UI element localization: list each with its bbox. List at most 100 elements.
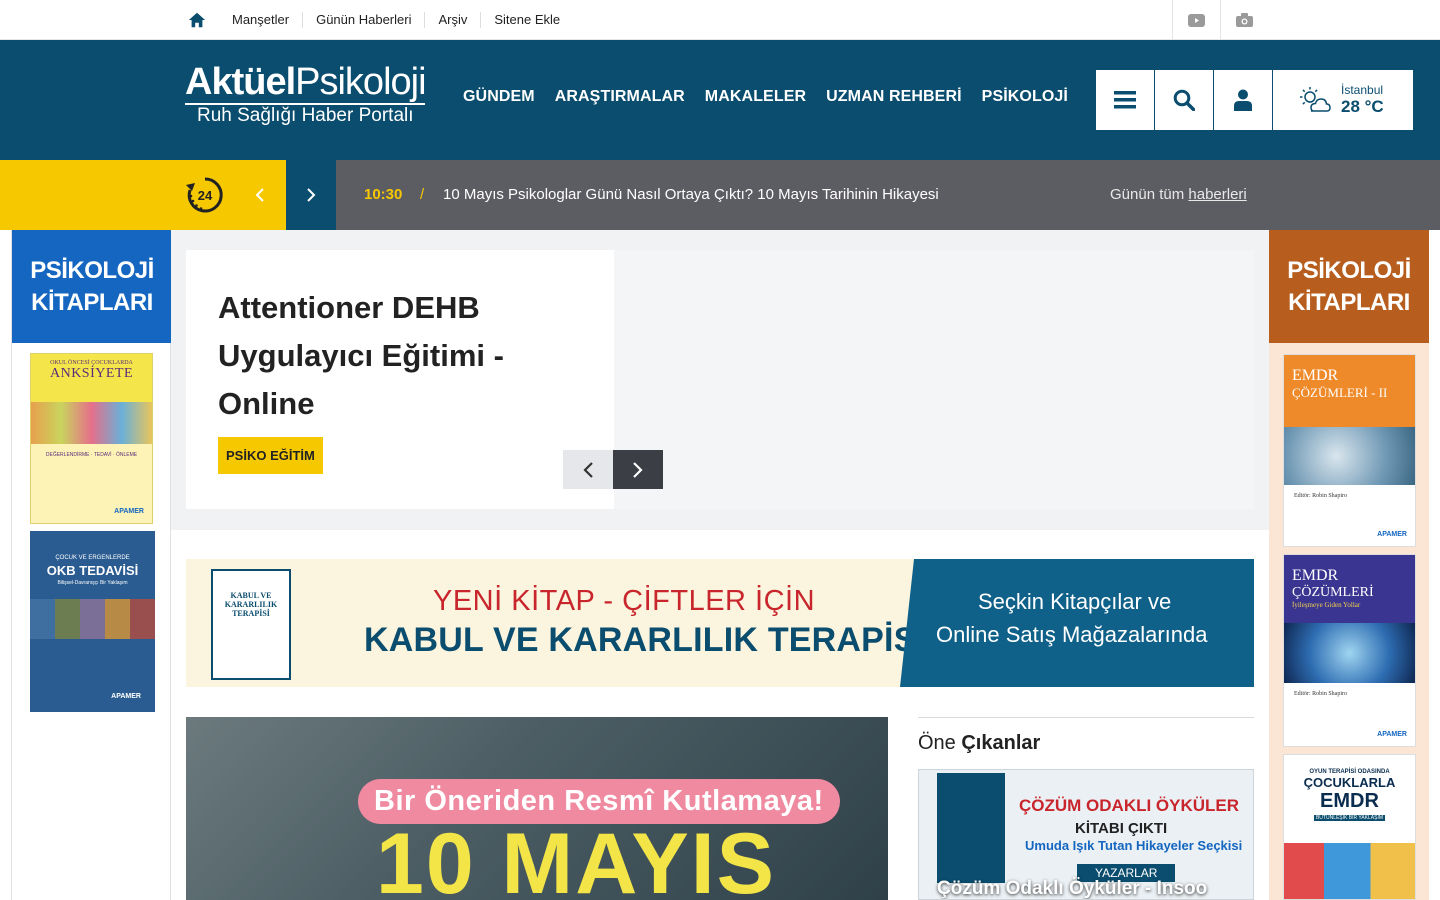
slide-image[interactable]: [614, 250, 1254, 509]
book-cover-okb[interactable]: ÇOCUK VE ERGENLERDE OKB TEDAVİSİ Bilişse…: [30, 531, 155, 712]
book-title: EMDR: [1292, 367, 1339, 384]
chevron-right-icon: [307, 188, 316, 202]
book-subtitle: İyileşmeye Giden Yollar: [1292, 601, 1361, 609]
banner-book-cover: KABUL VE KARARLILIK TERAPİSİ: [211, 569, 291, 680]
book-ad-banner[interactable]: KABUL VE KARARLILIK TERAPİSİ YENİ KİTAP …: [186, 559, 1254, 687]
left-heading-line2: KİTAPLARI: [31, 288, 153, 316]
top-nav-gunun-haberleri[interactable]: Günün Haberleri: [302, 12, 424, 28]
apamer-logo: APAMER: [1377, 531, 1407, 538]
user-icon: [1234, 89, 1252, 111]
ticker-headline[interactable]: 10 Mayıs Psikologlar Günü Nasıl Ortaya Ç…: [443, 186, 939, 203]
card-caption[interactable]: Çözüm Odaklı Öyküler - Insoo: [937, 878, 1207, 899]
book-title2: ÇÖZÜMLERİ: [1292, 585, 1374, 600]
book-stripes: [30, 599, 155, 639]
one-cikanlar-card[interactable]: ÇÖZÜM ODAKLI ÖYKÜLER KİTABI ÇIKTI Umuda …: [918, 769, 1254, 900]
one-cikanlar-title-regular: Öne: [918, 732, 962, 754]
book-eye-image: [1284, 623, 1415, 683]
weather-widget[interactable]: İstanbul 28 °C: [1273, 70, 1413, 130]
banner-right-line1: Seçkin Kitapçılar ve: [978, 589, 1172, 614]
nav-gundem[interactable]: GÜNDEM: [463, 88, 535, 106]
top-icons: [1172, 0, 1268, 40]
card-line1: ÇÖZÜM ODAKLI ÖYKÜLER: [1019, 796, 1240, 815]
chevron-left-icon: [255, 188, 264, 202]
apamer-logo: APAMER: [111, 693, 141, 700]
card-line3: Umuda Işık Tutan Hikayeler Seçkisi: [1025, 838, 1243, 853]
book-subtitle: BÜTÜNLEŞİK BİR YAKLAŞIM: [1314, 815, 1385, 821]
banner-line1: YENİ KİTAP - ÇİFTLER İÇİN: [433, 585, 816, 617]
menu-button[interactable]: [1096, 70, 1154, 130]
home-icon[interactable]: [188, 11, 206, 29]
slider-prev-button[interactable]: [563, 450, 613, 489]
card-line2: KİTABI ÇIKTI: [1075, 820, 1168, 837]
weather-city: İstanbul: [1341, 83, 1384, 97]
site-logo[interactable]: AktüelPsikoloji Ruh Sağlığı Haber Portal…: [185, 62, 430, 132]
one-cikanlar-title-bold: Çıkanlar: [961, 732, 1041, 754]
book-photo-collage: [1284, 843, 1415, 899]
banner-line2: KABUL VE KARARLILIK TERAPİSİ: [364, 621, 927, 659]
chevron-right-icon: [633, 461, 643, 478]
book-cover-emdr[interactable]: EMDR ÇÖZÜMLERİ İyileşmeye Giden Yollar E…: [1283, 554, 1416, 747]
book-title: ANKSİYETE: [49, 366, 134, 381]
ticker-time: 10:30: [364, 186, 403, 203]
weather-temp: 28 °C: [1341, 97, 1384, 116]
video-button[interactable]: [1172, 0, 1220, 40]
ticker-separator: /: [420, 186, 425, 203]
24-hour-clock-icon: 24: [186, 177, 223, 213]
book-title2: ÇÖZÜMLERİ - II: [1292, 385, 1388, 400]
header-buttons: İstanbul 28 °C: [1096, 70, 1413, 130]
main-content: Attentioner DEHB Uygulayıcı Eğitimi - On…: [171, 230, 1269, 900]
nav-uzman-rehberi[interactable]: UZMAN REHBERİ: [826, 88, 962, 106]
one-cikanlar-title: Öne Çıkanlar: [918, 732, 1040, 755]
chevron-left-icon: [583, 461, 593, 478]
book-title: OKB TEDAVİSİ: [46, 563, 139, 578]
book-cover-emdr-2[interactable]: EMDR ÇÖZÜMLERİ - II Editör: Robin Shapir…: [1283, 354, 1416, 547]
news-ticker: 24 10:30 / 10 Mayıs Psikologlar Günü Nas…: [0, 160, 1440, 230]
ticker-all-news: Günün tüm haberleri: [1110, 186, 1247, 203]
slide-title[interactable]: Attentioner DEHB Uygulayıcı Eğitimi - On…: [218, 284, 598, 428]
featured-story-image[interactable]: Bir Öneriden Resmî Kutlamaya! 10 MAYIS: [186, 717, 888, 900]
book-top-text: ÇOCUK VE ERGENLERDE: [55, 555, 130, 561]
slide-card[interactable]: Attentioner DEHB Uygulayıcı Eğitimi - On…: [186, 250, 614, 509]
book-editor: Editör: Robin Shapiro: [1294, 493, 1347, 499]
apamer-logo: APAMER: [1377, 731, 1407, 738]
right-sidebar-heading[interactable]: PSİKOLOJİ KİTAPLARI: [1269, 230, 1429, 343]
book-subtitle: DEĞERLENDİRME · TEDAVİ · ÖNLEME: [45, 452, 138, 458]
ticker-all-prefix: Günün tüm: [1110, 186, 1189, 203]
search-button[interactable]: [1155, 70, 1213, 130]
main-nav: GÜNDEM ARAŞTIRMALAR MAKALELER UZMAN REHB…: [463, 88, 1068, 106]
book-eye-image: [1284, 427, 1415, 485]
book-title: ÇOCUKLARLA: [1303, 775, 1396, 790]
left-sidebar-heading[interactable]: PSİKOLOJİ KİTAPLARI: [12, 230, 172, 343]
nav-arastirmalar[interactable]: ARAŞTIRMALAR: [555, 88, 685, 106]
book-subtitle: Bilişsel-Davranışçı Bir Yaklaşım: [57, 580, 128, 586]
ticker-next-button[interactable]: [286, 160, 336, 230]
top-nav: Manşetler Günün Haberleri Arşiv Sitene E…: [219, 0, 573, 40]
top-nav-arsiv[interactable]: Arşiv: [424, 12, 480, 28]
headline-slider: Attentioner DEHB Uygulayıcı Eğitimi - On…: [171, 230, 1269, 530]
photo-button[interactable]: [1220, 0, 1268, 40]
nav-psikoloji[interactable]: PSİKOLOJİ: [982, 88, 1068, 106]
left-heading-line1: PSİKOLOJİ: [30, 256, 154, 284]
book-cover-cocuklarla-emdr[interactable]: OYUN TERAPİSİ ODASINDA ÇOCUKLARLA EMDR B…: [1283, 754, 1416, 900]
right-heading-line2: KİTAPLARI: [1288, 288, 1410, 316]
nav-makaleler[interactable]: MAKALELER: [705, 88, 806, 106]
slider-next-button[interactable]: [613, 450, 663, 489]
slide-category-badge[interactable]: PSİKO EĞİTİM: [218, 437, 323, 474]
book-editor: Editör: Robin Shapiro: [1294, 691, 1347, 697]
banner-right-line2: Online Satış Mağazalarında: [936, 622, 1208, 647]
site-header: AktüelPsikoloji Ruh Sağlığı Haber Portal…: [0, 40, 1440, 160]
top-nav-sitene-ekle[interactable]: Sitene Ekle: [480, 12, 573, 28]
account-button[interactable]: [1214, 70, 1272, 130]
ticker-prev-button[interactable]: [234, 160, 286, 230]
top-nav-mansetler[interactable]: Manşetler: [219, 12, 302, 28]
book-title2: EMDR: [1320, 790, 1379, 812]
right-heading-line1: PSİKOLOJİ: [1287, 256, 1411, 284]
logo-regular: Psikoloji: [295, 61, 426, 103]
right-book-sidebar: PSİKOLOJİ KİTAPLARI EMDR ÇÖZÜMLERİ - II E…: [1269, 230, 1429, 900]
banner-book-title: KABUL VE KARARLILIK TERAPİSİ: [224, 591, 278, 618]
search-icon: [1173, 89, 1195, 111]
ticker-all-link[interactable]: haberleri: [1188, 186, 1246, 203]
apamer-logo: APAMER: [114, 508, 144, 515]
featured-big-text: 10 MAYIS: [376, 816, 777, 900]
book-cover-anksiyete[interactable]: OKUL ÖNCESİ ÇOCUKLARDA ANKSİYETE DEĞERLE…: [30, 353, 153, 524]
